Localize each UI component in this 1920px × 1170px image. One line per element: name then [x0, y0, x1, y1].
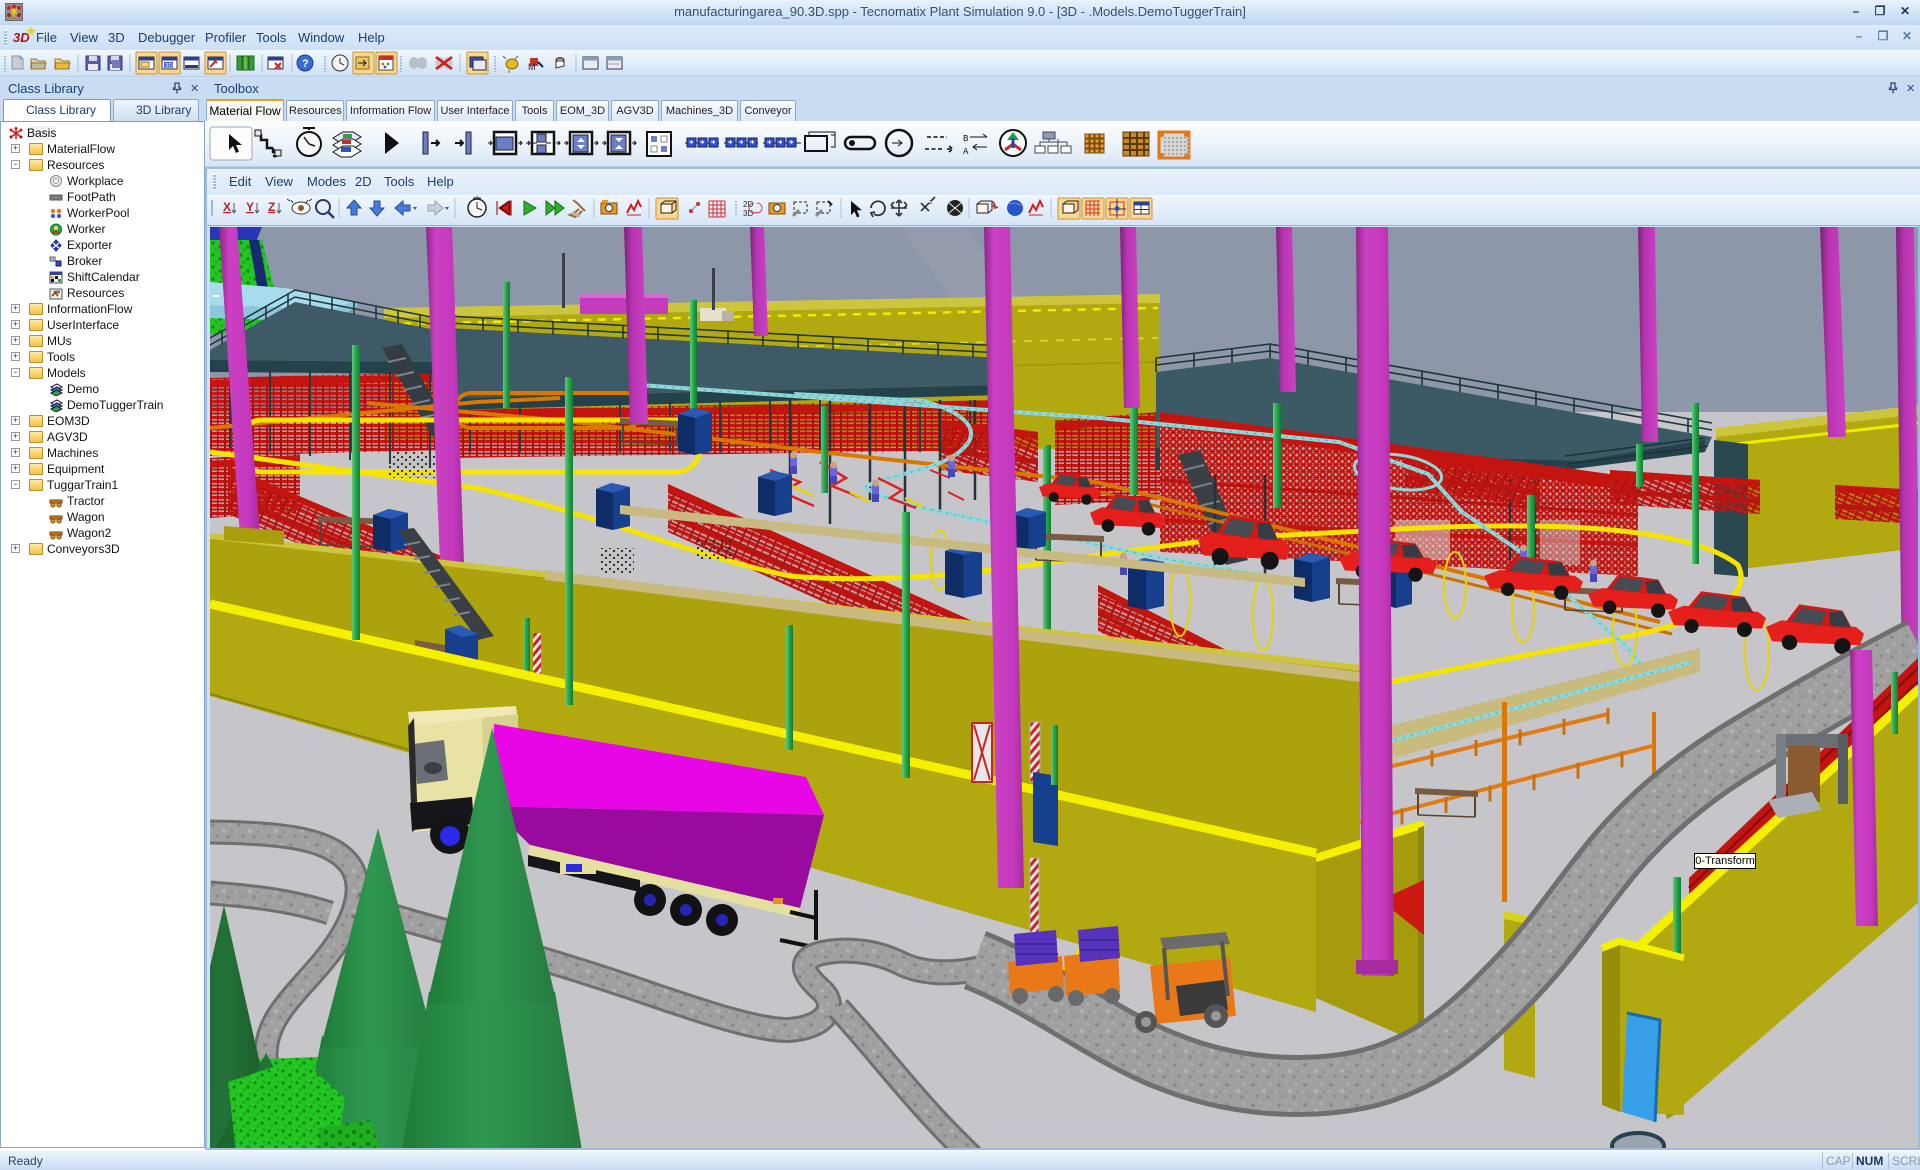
svg-text:Y: Y — [246, 200, 254, 214]
svg-text:z: z — [929, 199, 933, 206]
svg-text:B: B — [963, 134, 969, 144]
svg-text:2D: 2D — [743, 200, 753, 209]
svg-text:A: A — [963, 147, 969, 157]
svg-text:M: M — [528, 62, 536, 72]
svg-text:?: ? — [302, 58, 309, 70]
svg-text:X: X — [223, 200, 231, 214]
svg-text:3D: 3D — [743, 209, 753, 218]
svg-text:3D: 3D — [165, 64, 173, 70]
svg-text:Z: Z — [268, 200, 275, 214]
